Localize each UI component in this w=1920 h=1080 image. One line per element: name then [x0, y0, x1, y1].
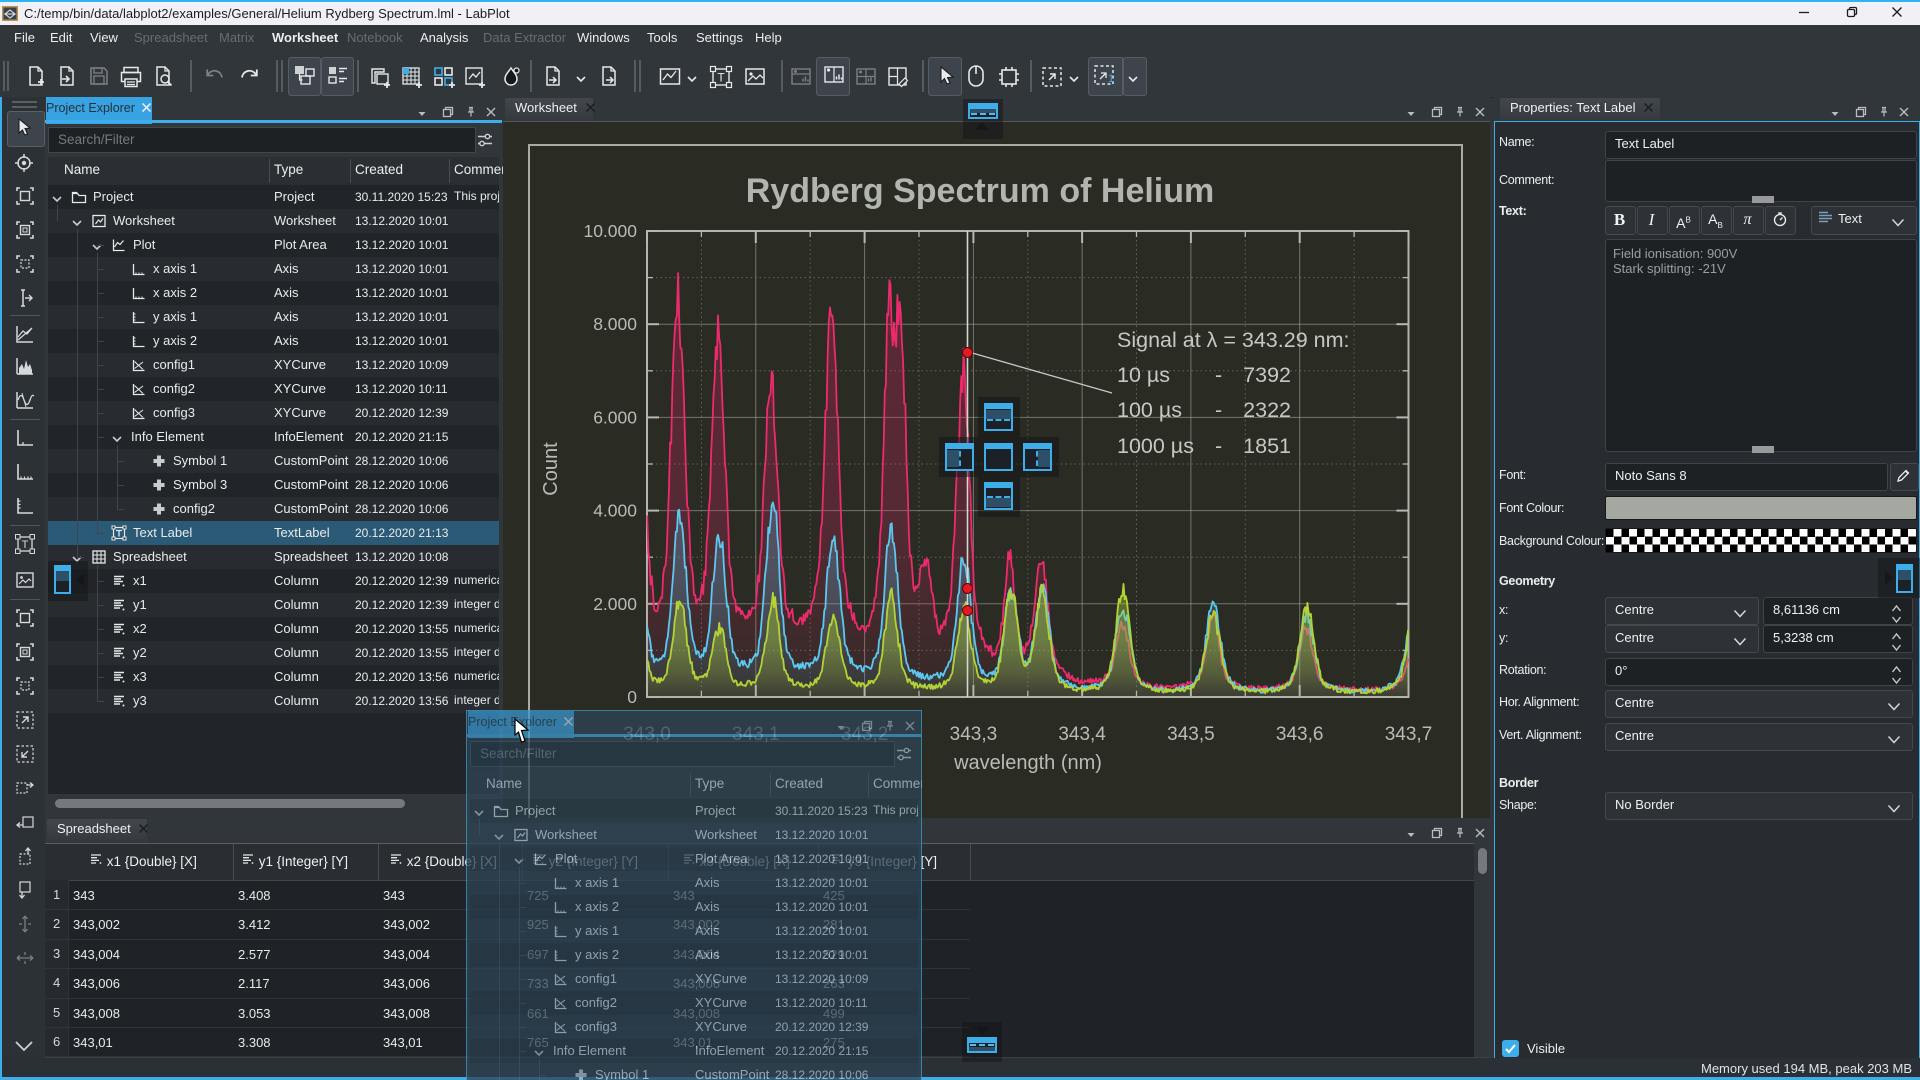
svg-text:2322: 2322 [1243, 398, 1291, 422]
svg-text:343,6: 343,6 [1276, 724, 1324, 745]
svg-text:-: - [1215, 398, 1222, 422]
svg-text:8.000: 8.000 [593, 314, 637, 334]
svg-text:343,5: 343,5 [1167, 724, 1215, 745]
svg-text:100 µs: 100 µs [1117, 398, 1182, 422]
svg-text:-: - [1215, 363, 1222, 387]
svg-text:343,4: 343,4 [1058, 724, 1106, 745]
svg-text:1000 µs: 1000 µs [1117, 434, 1194, 458]
svg-text:Signal at λ = 343.29 nm:: Signal at λ = 343.29 nm: [1117, 328, 1349, 352]
svg-text:-: - [1215, 434, 1222, 458]
svg-text:6.000: 6.000 [593, 407, 637, 427]
svg-text:2.000: 2.000 [593, 594, 637, 614]
svg-text:10.000: 10.000 [583, 221, 637, 241]
svg-text:7392: 7392 [1243, 363, 1291, 387]
svg-text:T: T [717, 71, 725, 85]
svg-text:wavelength (nm): wavelength (nm) [953, 752, 1102, 774]
svg-text:T: T [22, 539, 29, 551]
svg-text:343,7: 343,7 [1385, 724, 1433, 745]
svg-text:10 µs: 10 µs [1117, 363, 1170, 387]
svg-text:0: 0 [627, 687, 637, 707]
svg-text:1: 1 [1108, 73, 1114, 85]
svg-text:343,3: 343,3 [950, 724, 998, 745]
svg-text:4.000: 4.000 [593, 501, 637, 521]
svg-text:Rydberg Spectrum of Helium: Rydberg Spectrum of Helium [746, 172, 1215, 210]
svg-text:Count: Count [540, 442, 562, 496]
svg-text:1851: 1851 [1243, 434, 1291, 458]
